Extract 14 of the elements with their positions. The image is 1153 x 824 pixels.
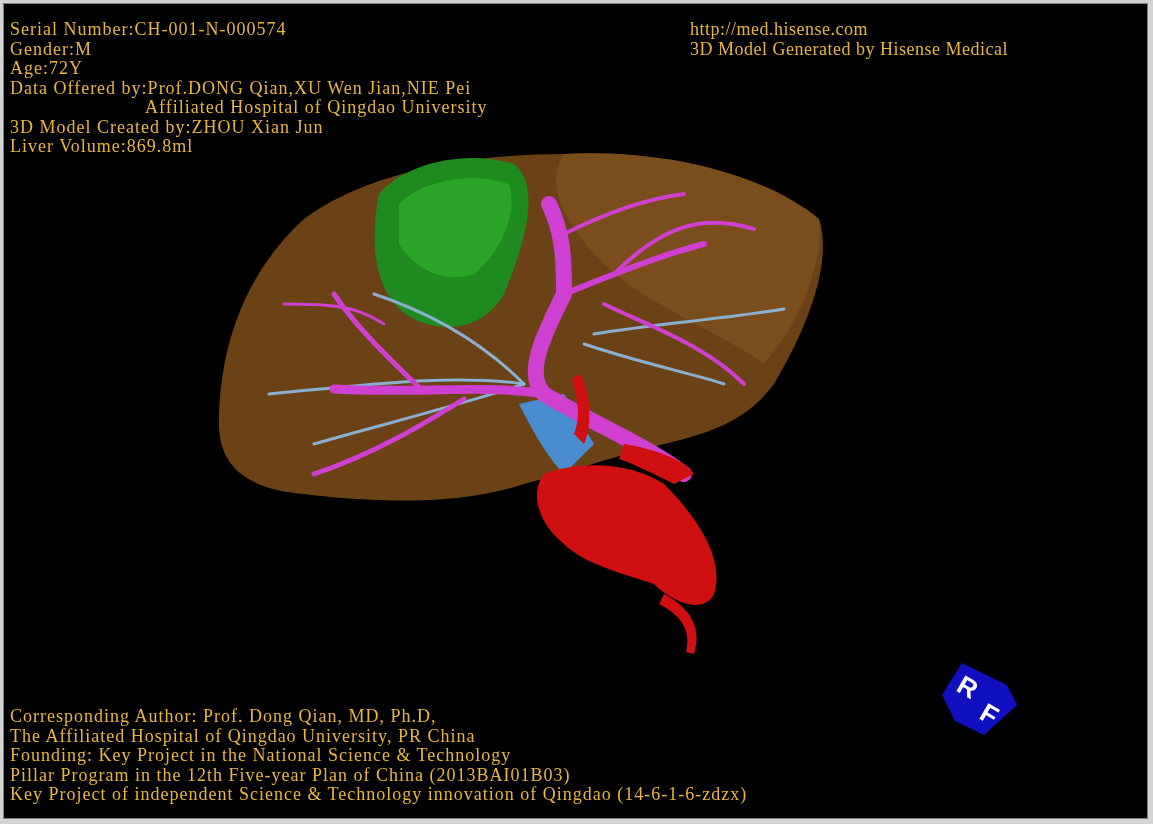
footer-text: Pillar Program in the 12th Five-year Plan of China (2013BAI01B03)	[10, 765, 571, 785]
footer-text: Corresponding Author: Prof. Dong Qian, MD, Ph.D,	[10, 707, 437, 727]
info-text: Gender:M	[10, 39, 92, 59]
info-text: Age:72Y	[10, 59, 83, 79]
credit-text: 3D Model Generated by Hisense Medical	[690, 39, 1008, 59]
info-text: Serial Number:CH-001-N-000574	[10, 20, 287, 40]
info-text: Liver Volume:869.8ml	[10, 137, 194, 157]
info-text: Affiliated Hospital of Qingdao University	[145, 98, 488, 118]
footer-text: Key Project of independent Science & Technology innovation of Qingdao (14-6-1-6-zdzx)	[10, 785, 748, 805]
footer-text: The Affiliated Hospital of Qingdao University, PR China	[10, 726, 476, 746]
info-text: Data Offered by:Prof.DONG Qian,XU Wen Jian,NIE Pei	[10, 78, 472, 98]
credit-text: http://med.hisense.com	[690, 20, 868, 40]
footer-text: Founding: Key Project in the National Science & Technology	[10, 746, 512, 766]
info-text: 3D Model Created by:ZHOU Xian Jun	[10, 117, 324, 137]
